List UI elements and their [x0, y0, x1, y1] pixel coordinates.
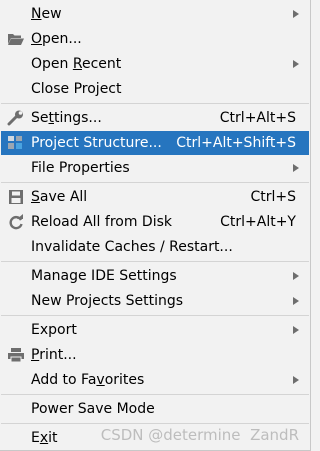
submenu-arrow-icon — [293, 376, 299, 384]
menu-item-print[interactable]: Print... — [1, 343, 309, 367]
menu-item-label: Open Recent — [31, 56, 122, 72]
menu-separator — [1, 182, 309, 183]
menu-item-power-save-mode[interactable]: Power Save Mode — [1, 397, 309, 421]
menu-item-save-all[interactable]: Save All Ctrl+S — [1, 185, 309, 209]
printer-icon — [7, 347, 25, 363]
menu-item-project-structure[interactable]: Project Structure... Ctrl+Alt+Shift+S — [1, 131, 309, 155]
save-icon — [7, 189, 25, 205]
submenu-arrow-icon — [293, 10, 299, 18]
menu-item-label: Power Save Mode — [31, 401, 155, 417]
menu-item-settings[interactable]: Settings... Ctrl+Alt+S — [1, 106, 309, 130]
submenu-arrow-icon — [293, 326, 299, 334]
menu-item-add-to-favorites[interactable]: Add to Favorites — [1, 368, 309, 392]
shortcut-label: Ctrl+Alt+S — [219, 110, 296, 126]
menu-item-label: Settings... — [31, 110, 102, 126]
menu-item-file-properties[interactable]: File Properties — [1, 156, 309, 180]
menu-item-label: Export — [31, 322, 77, 338]
menu-item-reload-all[interactable]: Reload All from Disk Ctrl+Alt+Y — [1, 210, 309, 234]
shortcut-label: Ctrl+Alt+Shift+S — [176, 135, 296, 151]
submenu-arrow-icon — [293, 297, 299, 305]
menu-item-label: Manage IDE Settings — [31, 268, 177, 284]
menu-item-label: Open... — [31, 31, 82, 47]
menu-item-label: Print... — [31, 347, 77, 363]
menu-item-label: Exit — [31, 430, 58, 446]
menu-item-invalidate-caches[interactable]: Invalidate Caches / Restart... — [1, 235, 309, 259]
wrench-icon — [7, 110, 25, 126]
menu-item-label: Add to Favorites — [31, 372, 145, 388]
menu-separator — [1, 103, 309, 104]
menu-item-label: New — [31, 6, 62, 22]
menu-item-label: Close Project — [31, 81, 122, 97]
watermark: CSDN @determine ZandR — [100, 426, 299, 444]
menu-item-label: Invalidate Caches / Restart... — [31, 239, 233, 255]
menu-item-label: File Properties — [31, 160, 130, 176]
menu-separator — [1, 423, 309, 424]
project-structure-icon — [7, 135, 25, 151]
folder-open-icon — [7, 31, 25, 47]
shortcut-label: Ctrl+Alt+Y — [220, 214, 296, 230]
menu-item-close-project[interactable]: Close Project — [1, 77, 309, 101]
menu-separator — [1, 394, 309, 395]
shortcut-label: Ctrl+S — [250, 189, 296, 205]
menu-item-export[interactable]: Export — [1, 318, 309, 342]
menu-separator — [1, 315, 309, 316]
file-menu: New Open... Open Recent Close Project Se… — [0, 0, 311, 451]
menu-item-open-recent[interactable]: Open Recent — [1, 52, 309, 76]
menu-item-new[interactable]: New — [1, 2, 309, 26]
submenu-arrow-icon — [293, 272, 299, 280]
submenu-arrow-icon — [293, 60, 299, 68]
menu-item-new-projects-settings[interactable]: New Projects Settings — [1, 289, 309, 313]
menu-item-manage-ide-settings[interactable]: Manage IDE Settings — [1, 264, 309, 288]
menu-item-label: Project Structure... — [31, 135, 162, 151]
submenu-arrow-icon — [293, 164, 299, 172]
menu-item-label: Save All — [31, 189, 88, 205]
menu-separator — [1, 261, 309, 262]
menu-item-label: New Projects Settings — [31, 293, 184, 309]
reload-icon — [7, 214, 25, 230]
menu-item-label: Reload All from Disk — [31, 214, 172, 230]
menu-item-open[interactable]: Open... — [1, 27, 309, 51]
